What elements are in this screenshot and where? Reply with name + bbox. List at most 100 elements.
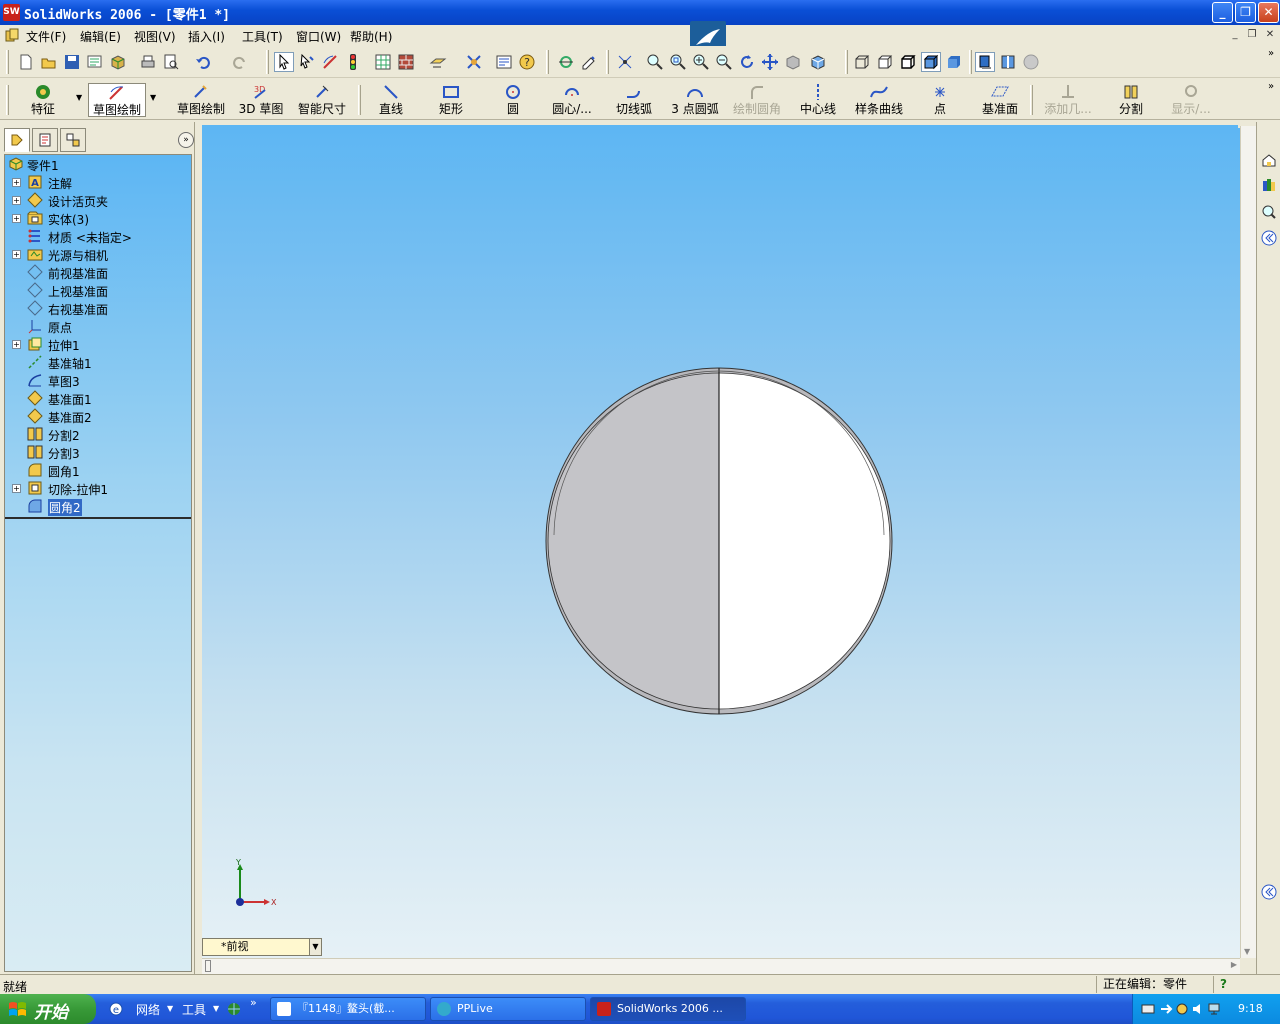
menu-tools[interactable]: 工具(T) <box>242 28 283 45</box>
shaded-with-edges-icon[interactable] <box>921 52 941 72</box>
menu-edit[interactable]: 编辑(E) <box>80 28 121 45</box>
undo-icon[interactable] <box>193 52 213 72</box>
scroll-right-icon[interactable]: ▶ <box>1231 960 1237 969</box>
zoom-to-fit-icon[interactable] <box>645 52 665 72</box>
network-dropdown-icon[interactable]: ▼ <box>167 1004 173 1013</box>
3d-sketch-button[interactable]: 3D 3D 草图 <box>236 83 286 117</box>
tree-item[interactable]: 上视基准面 <box>5 281 191 299</box>
print-preview-icon[interactable] <box>161 52 181 72</box>
tab-configuration-manager[interactable] <box>60 128 86 152</box>
qq-icon[interactable] <box>1175 1002 1189 1016</box>
menu-insert[interactable]: 插入(I) <box>188 28 225 45</box>
toolbar-overflow-icon[interactable]: » <box>1268 48 1274 59</box>
sketch-button[interactable]: 草图绘制 <box>172 83 230 117</box>
status-help-icon[interactable]: ? <box>1213 976 1233 993</box>
keyboard-icon[interactable] <box>1141 1002 1155 1016</box>
print-icon[interactable] <box>138 52 158 72</box>
start-button[interactable]: 开始 <box>0 994 96 1024</box>
centerline-button[interactable]: 中心线 <box>796 83 840 117</box>
expand-icon[interactable]: + <box>12 250 21 259</box>
tool-icon[interactable] <box>464 52 484 72</box>
doc-close-button[interactable]: ✕ <box>1263 28 1277 42</box>
save-icon[interactable] <box>62 52 82 72</box>
circle-button[interactable]: 圆 <box>498 83 528 117</box>
toolbar-grip[interactable] <box>546 50 549 74</box>
panel-splitter[interactable] <box>194 122 201 974</box>
tree-item[interactable]: + A 注解 <box>5 173 191 191</box>
toolbar-grip[interactable] <box>6 85 9 115</box>
document-icon[interactable] <box>4 27 20 43</box>
menu-help[interactable]: 帮助(H) <box>350 28 392 45</box>
tree-item[interactable]: 原点 <box>5 317 191 335</box>
volume-icon[interactable] <box>1191 1002 1205 1016</box>
smart-dimension-button[interactable]: 智能尺寸 <box>294 83 350 117</box>
sketch-fillet-button[interactable]: 绘制圆角 <box>730 83 784 117</box>
view-tab-dropdown-icon[interactable]: ▼ <box>309 939 321 955</box>
line-button[interactable]: 直线 <box>374 83 408 117</box>
split-button[interactable]: 分割 <box>1114 83 1148 117</box>
shadows-icon[interactable] <box>975 52 995 72</box>
ie-icon[interactable]: e <box>108 1001 124 1017</box>
vertical-scrollbar[interactable]: ▼ <box>1240 126 1256 958</box>
tree-item[interactable]: 前视基准面 <box>5 263 191 281</box>
display-delete-relations-button[interactable]: 显示/... <box>1166 83 1216 117</box>
command-manager-overflow-icon[interactable]: » <box>1268 81 1274 92</box>
tree-item[interactable]: 材质 <未指定> <box>5 227 191 245</box>
arrow-icon[interactable] <box>1159 1002 1173 1016</box>
expand-icon[interactable]: + <box>12 178 21 187</box>
expand-icon[interactable]: + <box>12 484 21 493</box>
design-library-icon[interactable] <box>1259 175 1279 195</box>
expand-task-pane-icon[interactable] <box>1259 882 1279 902</box>
minimize-button[interactable]: _ <box>1212 2 1233 23</box>
view-3d-icon[interactable] <box>783 52 803 72</box>
edit-macro-icon[interactable] <box>579 52 599 72</box>
new-icon[interactable] <box>16 52 36 72</box>
wireframe-icon[interactable] <box>852 52 872 72</box>
home-icon[interactable] <box>1259 150 1279 170</box>
shaded-icon[interactable] <box>944 52 964 72</box>
tree-item[interactable]: 基准面1 <box>5 389 191 407</box>
graphics-area[interactable]: Y X <box>202 122 1240 958</box>
doc-restore-button[interactable]: ❐ <box>1245 28 1259 42</box>
select-icon[interactable] <box>274 52 294 72</box>
search-icon[interactable] <box>1259 202 1279 222</box>
quicklaunch-tools[interactable]: 工具 <box>182 1001 206 1018</box>
features-dropdown-icon[interactable]: ▼ <box>76 93 82 102</box>
view-tab[interactable]: *前视 ▼ <box>202 938 322 956</box>
view-orientation-icon[interactable] <box>615 52 635 72</box>
add-relation-button[interactable]: 添加几... <box>1040 83 1096 117</box>
macro-icon[interactable] <box>556 52 576 72</box>
menu-file[interactable]: 文件(F) <box>26 28 66 45</box>
rebuild-icon[interactable] <box>343 52 363 72</box>
tree-item[interactable]: + 切除-拉伸1 <box>5 479 191 497</box>
make-drawing-icon[interactable] <box>85 52 105 72</box>
features-tab-button[interactable]: 特征 <box>20 83 66 117</box>
menu-window[interactable]: 窗口(W) <box>296 28 341 45</box>
scroll-down-icon[interactable]: ▼ <box>1244 947 1250 956</box>
tools-dropdown-icon[interactable]: ▼ <box>213 1004 219 1013</box>
expand-icon[interactable]: + <box>12 340 21 349</box>
tree-item[interactable]: + 设计活页夹 <box>5 191 191 209</box>
expand-icon[interactable]: + <box>12 196 21 205</box>
tree-item[interactable]: + 光源与相机 <box>5 245 191 263</box>
rectangle-button[interactable]: 矩形 <box>434 83 468 117</box>
collapse-panel-icon[interactable]: » <box>178 132 194 148</box>
appearance-icon[interactable] <box>396 52 416 72</box>
redo-icon[interactable] <box>230 52 250 72</box>
section-view-icon[interactable] <box>998 52 1018 72</box>
standard-views-icon[interactable] <box>808 52 828 72</box>
zoom-in-out-icon[interactable] <box>691 52 711 72</box>
quicklaunch-more-icon[interactable]: » <box>250 996 257 1009</box>
help-icon[interactable]: ? <box>517 52 537 72</box>
rotate-view-icon[interactable] <box>737 52 757 72</box>
tree-item[interactable]: + 实体(3) <box>5 209 191 227</box>
centerpoint-arc-button[interactable]: 圆心/... <box>546 83 598 117</box>
tree-item[interactable]: 分割2 <box>5 425 191 443</box>
tree-item[interactable]: + 拉伸1 <box>5 335 191 353</box>
spline-button[interactable]: 样条曲线 <box>852 83 906 117</box>
menu-view[interactable]: 视图(V) <box>134 28 176 45</box>
collapse-task-pane-icon[interactable] <box>1259 228 1279 248</box>
task-button-pplive[interactable]: PPLive <box>430 997 586 1021</box>
options-icon[interactable] <box>373 52 393 72</box>
tree-item[interactable]: 圆角1 <box>5 461 191 479</box>
